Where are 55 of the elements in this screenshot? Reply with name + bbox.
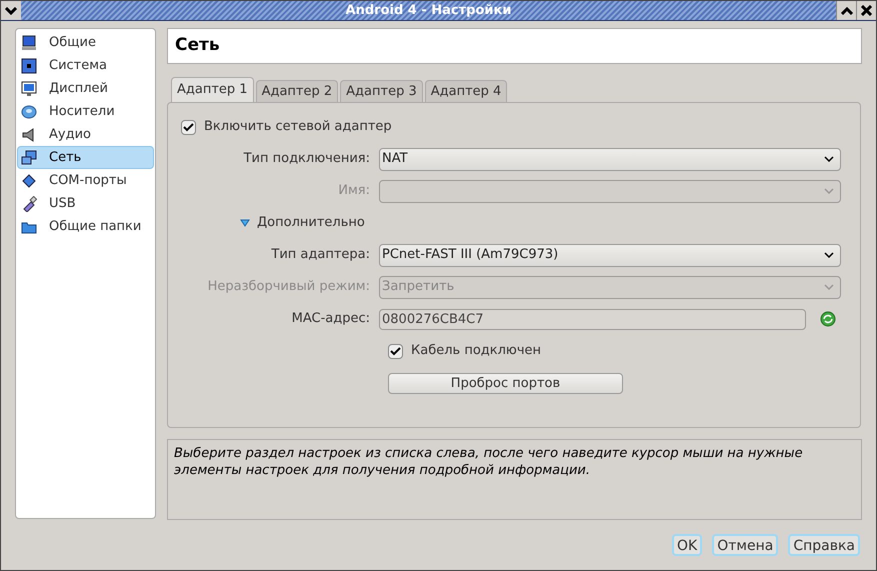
dropdown[interactable]: PCnet-FAST III (Am79C973) [379, 244, 841, 266]
field-label: Неразборчивый режим: [206, 278, 371, 296]
chevron-down-icon [824, 188, 834, 194]
display-icon [21, 80, 37, 96]
sidebar-item[interactable]: Дисплей [17, 77, 154, 100]
checkbox-label: Кабель подключен [411, 342, 542, 360]
tab[interactable]: Адаптер 4 [424, 80, 508, 102]
usb-stick-icon [21, 196, 37, 212]
field-label: Тип подключения: [242, 150, 371, 168]
sidebar-item[interactable]: Аудио [17, 123, 154, 146]
maximize-button[interactable] [836, 1, 856, 20]
input-field[interactable]: 0800276CB4C7 [379, 308, 806, 330]
sidebar-item[interactable]: Система [17, 54, 154, 77]
refresh-icon[interactable] [820, 311, 836, 327]
sidebar-item[interactable]: Носители [17, 100, 154, 123]
sidebar-item[interactable]: COM-порты [17, 169, 154, 192]
checkbox[interactable] [388, 344, 403, 358]
network-icon [21, 150, 37, 166]
sidebar-item[interactable]: Общие папки [17, 215, 154, 238]
chip-icon [21, 58, 37, 74]
chevron-down-icon [5, 6, 17, 14]
dropdown-value: Запретить [382, 278, 454, 296]
check-icon [183, 122, 194, 132]
page-title: Сеть [175, 34, 220, 58]
field-label: Имя: [337, 182, 371, 200]
tab[interactable]: Адаптер 3 [340, 80, 423, 102]
dropdown-value: PCnet-FAST III (Am79C973) [382, 246, 558, 264]
sidebar-item[interactable]: USB [17, 192, 154, 215]
tab[interactable]: Адаптер 2 [256, 80, 338, 102]
description-text: Выберите раздел настроек из списка слева, после чего наведите курсор мыши на нужные элементы настроек для получения подробной информации. [174, 445, 804, 479]
window-title: Android 4 - Настройки [344, 2, 512, 20]
field-label: MAC-адрес: [290, 310, 371, 328]
field-label: Тип адаптера: [270, 246, 371, 264]
chevron-down-icon [824, 284, 834, 290]
sidebar-item[interactable]: Сеть [17, 146, 154, 169]
menu-button[interactable] [1, 1, 21, 20]
close-button[interactable] [856, 1, 876, 20]
checkbox-label: Включить сетевой адаптер [204, 118, 392, 136]
tab[interactable]: Адаптер 1 [171, 77, 254, 102]
disc-icon [21, 104, 37, 120]
dropdown-value: NAT [382, 150, 408, 168]
dialog-button[interactable]: Отмена [712, 534, 778, 556]
chevron-up-icon [840, 6, 852, 14]
dropdown[interactable]: NAT [379, 148, 841, 170]
port-forwarding-button[interactable]: Проброс портов [388, 372, 623, 394]
sidebar-item[interactable]: Общие [17, 31, 154, 54]
chevron-down-icon [824, 252, 834, 258]
checkbox[interactable] [181, 120, 196, 134]
chevron-down-icon [824, 156, 834, 162]
monitor-icon [21, 34, 37, 50]
dialog-button[interactable]: OK [672, 534, 702, 556]
check-icon [390, 346, 401, 356]
close-icon [861, 5, 872, 16]
dialog-button[interactable]: Справка [788, 534, 860, 556]
expander[interactable]: Дополнительно [240, 213, 365, 233]
